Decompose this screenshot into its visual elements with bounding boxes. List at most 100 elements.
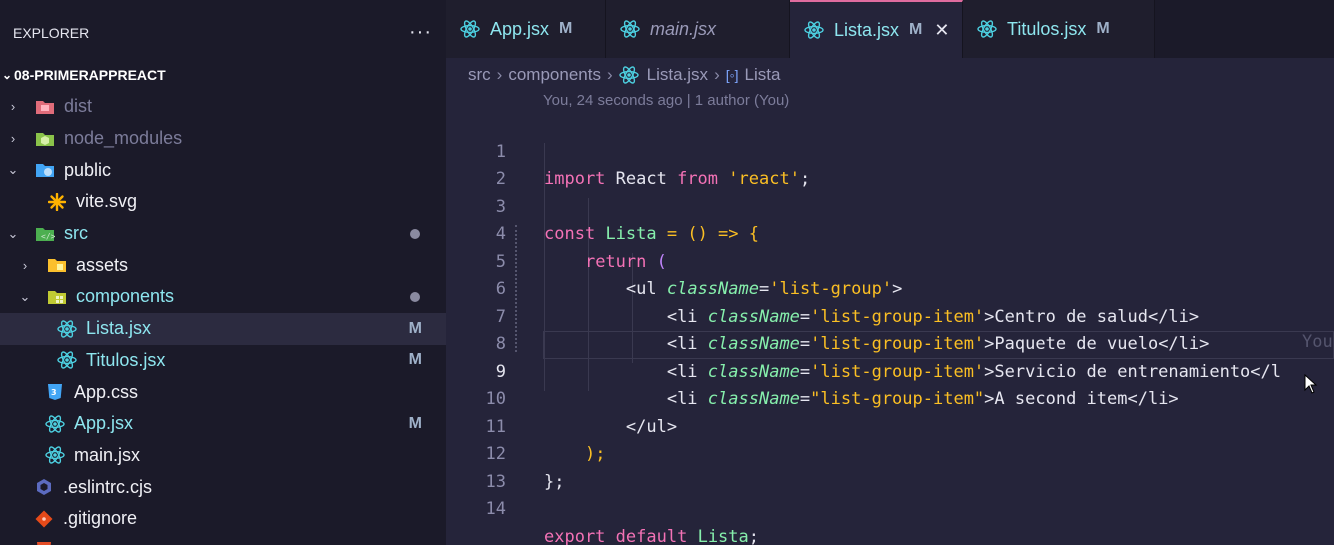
chevron-down-icon: ⌄ (7, 225, 19, 241)
react-icon (618, 66, 639, 84)
token: Lista (697, 526, 749, 545)
tree-item-app-css[interactable]: 3 App.css (0, 376, 446, 408)
svg-text:</>: </> (41, 232, 55, 241)
breadcrumb-file[interactable]: Lista.jsx (647, 65, 708, 85)
breadcrumb: src › components › Lista.jsx › [◦] Lista (446, 58, 1334, 92)
folder-node-icon (34, 130, 56, 148)
vite-icon (46, 192, 68, 211)
code-line: 14 export default Lista; (446, 469, 1334, 545)
react-icon (804, 21, 824, 39)
tree-label: main.jsx (74, 444, 141, 465)
tree-item-titulos-jsx[interactable]: Titulos.jsx M (0, 345, 446, 377)
mouse-pointer-icon (1304, 373, 1318, 399)
code-line: 3 const Lista = () => { (446, 166, 1334, 245)
symbol-icon: [◦] (725, 67, 739, 83)
code-editor[interactable]: src › components › Lista.jsx › [◦] Lista… (446, 58, 1334, 545)
tree-item-main-jsx[interactable]: main.jsx (0, 440, 446, 472)
tree-item-eslintrc[interactable]: .eslintrc.cjs (0, 471, 446, 503)
breadcrumb-components[interactable]: components (508, 65, 601, 85)
css-icon: 3 (44, 383, 66, 401)
tree-item-src[interactable]: ⌄ </> src (0, 218, 446, 250)
breadcrumb-src[interactable]: src (468, 65, 491, 85)
more-actions-icon[interactable]: ··· (409, 21, 432, 44)
editor-tabs: App.jsx M main.jsx Lista.jsx M ✕ Titulos… (446, 0, 1334, 58)
project-root[interactable]: ⌄ 08-PRIMERAPPREACT (0, 65, 446, 85)
tree-item-vite-svg[interactable]: vite.svg (0, 186, 446, 218)
explorer-header: EXPLORER ··· (0, 0, 446, 65)
code-area[interactable]: 1 import React from 'react'; 2 3 const L… (446, 111, 1334, 545)
react-icon (977, 20, 997, 38)
tree-item-app-jsx[interactable]: App.jsx M (0, 408, 446, 440)
tree-label: components (76, 286, 175, 307)
close-icon[interactable]: ✕ (934, 20, 949, 41)
tree-label: .gitignore (63, 508, 138, 529)
git-blame-codelens[interactable]: You, 24 seconds ago | 1 author (You) (543, 92, 789, 109)
tree-item-partial[interactable] (0, 535, 446, 545)
tree-item-public[interactable]: ⌄ public (0, 154, 446, 186)
git-status-badge: M (559, 20, 573, 37)
code-line: 5 <ul className='list-group'> (446, 221, 1334, 300)
code-line: 7 <li className='list-group-item'>Paquet… (446, 276, 1334, 355)
git-status-badge: M (408, 414, 422, 432)
folder-public-icon (34, 161, 56, 179)
react-icon (620, 20, 640, 38)
react-icon (56, 351, 78, 370)
breadcrumb-symbol[interactable]: Lista (744, 65, 780, 85)
html-icon (33, 541, 55, 545)
tab-label: Lista.jsx (834, 19, 900, 40)
folder-assets-icon (46, 256, 68, 274)
token: ; (748, 526, 760, 545)
tree-item-gitignore[interactable]: .gitignore (0, 503, 446, 535)
folder-src-icon: </> (34, 225, 56, 243)
git-status-badge: M (1096, 20, 1110, 37)
code-line: 11 ); (446, 386, 1334, 465)
inline-blame-ghost: You (1302, 332, 1333, 352)
chevron-right-icon: › (606, 65, 613, 84)
tree-label: assets (76, 254, 129, 275)
chevron-right-icon: › (714, 65, 720, 84)
modified-dot (410, 228, 420, 239)
tree-item-components[interactable]: ⌄ components (0, 281, 446, 313)
project-name: 08-PRIMERAPPREACT (14, 67, 166, 83)
tab-label: Titulos.jsx (1007, 18, 1087, 39)
tree-label: App.css (74, 381, 139, 402)
tree-label: public (64, 159, 112, 180)
explorer-sidebar: EXPLORER ··· ⌄ 08-PRIMERAPPREACT › dist … (0, 0, 446, 545)
tree-label: node_modules (64, 128, 183, 149)
tree-label: .eslintrc.cjs (63, 476, 153, 497)
tree-item-lista-jsx[interactable]: Lista.jsx M (0, 312, 446, 345)
react-icon (56, 319, 78, 338)
react-icon (44, 415, 66, 433)
git-status-badge: M (909, 21, 923, 38)
chevron-down-icon: ⌄ (1, 68, 13, 82)
token: default (615, 526, 688, 545)
tab-label: main.jsx (650, 18, 717, 39)
folder-components-icon (46, 288, 68, 306)
chevron-right-icon: › (10, 131, 16, 147)
chevron-down-icon: ⌄ (7, 162, 19, 178)
code-line: 1 import React from 'react'; (446, 111, 1334, 190)
git-icon (33, 510, 55, 528)
code-line: 13 (446, 441, 1334, 492)
explorer-title: EXPLORER (13, 24, 90, 41)
modified-dot (410, 291, 420, 302)
svg-text:3: 3 (51, 388, 57, 397)
tree-item-dist[interactable]: › dist (0, 91, 446, 123)
chevron-right-icon: › (496, 65, 503, 84)
tab-app-jsx[interactable]: App.jsx M (446, 0, 606, 58)
tree-item-assets[interactable]: › assets (0, 249, 446, 281)
file-tree: › dist › node_modules ⌄ public vite.svg … (0, 91, 446, 545)
code-line: 10 </ul> (446, 359, 1334, 437)
tree-item-node-modules[interactable]: › node_modules (0, 123, 446, 155)
tab-main-jsx[interactable]: main.jsx (606, 0, 790, 58)
tab-label: App.jsx (490, 18, 550, 39)
code-line: 8 <li className='list-group-item'>Servic… (446, 304, 1334, 382)
tree-label: dist (64, 96, 93, 117)
eslint-icon (33, 478, 55, 496)
chevron-right-icon: › (22, 257, 28, 273)
tab-titulos-jsx[interactable]: Titulos.jsx M (963, 0, 1155, 58)
git-status-badge: M (408, 351, 422, 369)
code-text: export default Lista; (544, 524, 759, 545)
code-line: 4 return ( (446, 194, 1334, 272)
tab-lista-jsx[interactable]: Lista.jsx M ✕ (790, 0, 963, 58)
